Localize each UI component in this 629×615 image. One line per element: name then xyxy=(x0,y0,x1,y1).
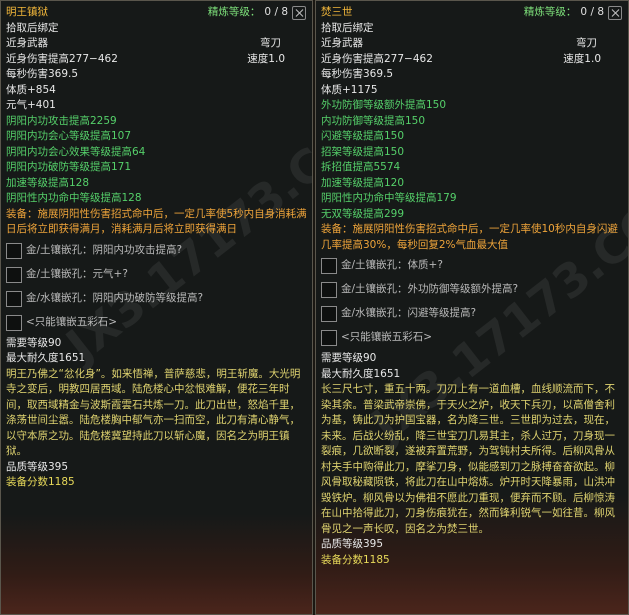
equipment-score: 装备分数1185 xyxy=(321,553,390,566)
attack-speed: 速度1.0 xyxy=(247,52,285,65)
weapon-type: 近身武器 xyxy=(321,37,363,49)
item-description: 长三尺七寸，重五十两。刀刃上有一道血槽，血线顺流而下，不染其余。普梁武帝崇佛，于… xyxy=(321,383,615,535)
socket-slot[interactable]: 金/水镶嵌孔：阴阳内功破防等级提高? xyxy=(6,288,307,310)
attack-speed: 速度1.0 xyxy=(563,52,601,65)
weapon-damage: 近身伤害提高277−462 xyxy=(321,52,433,65)
required-level: 需要等级90 xyxy=(6,336,62,349)
item-tooltip-left: JX3.17173.COM 明王镇狱 精炼等级： 0 / 8 拾取后绑定 近身武… xyxy=(0,0,313,615)
socket-empty-icon xyxy=(321,258,337,274)
equip-effect: 装备：施展阴阳性伤害招式命中后，一定几率使5秒内自身消耗满日后将立即获得满月，消… xyxy=(6,207,307,236)
weapon-type: 近身武器 xyxy=(6,37,48,49)
socket-label: 金/水镶嵌孔：阴阳内功破防等级提高? xyxy=(26,291,204,304)
socket-label: <只能镶嵌五彩石> xyxy=(26,315,118,328)
max-durability: 最大耐久度1651 xyxy=(321,367,401,380)
socket-empty-icon xyxy=(6,242,22,259)
close-icon[interactable] xyxy=(608,5,622,20)
socket-label: 金/土镶嵌孔：体质+? xyxy=(341,259,443,272)
socket-label: 金/土镶嵌孔：元气+? xyxy=(26,267,128,280)
max-durability: 最大耐久度1651 xyxy=(6,352,86,364)
stat-white: 元气+401 xyxy=(6,99,56,111)
bind-type: 拾取后绑定 xyxy=(321,21,374,34)
socket-label: 金/土镶嵌孔：阴阳内功攻击提高? xyxy=(26,243,183,256)
dps: 每秒伤害369.5 xyxy=(321,68,394,80)
stat-green: 加速等级提高120 xyxy=(321,176,405,189)
socket-slot-colorful[interactable]: <只能镶嵌五彩石> xyxy=(6,312,307,334)
equipment-score: 装备分数1185 xyxy=(6,476,75,488)
weapon-type-row: 近身武器 弯刀 xyxy=(6,36,307,52)
equip-effect: 装备：施展阴阳性伤害招式命中后，一定几率使10秒内自身闪避几率提高30%，每秒回… xyxy=(321,223,618,251)
damage-row: 近身伤害提高277−462 速度1.0 xyxy=(6,52,307,68)
weapon-type-row: 近身武器 弯刀 xyxy=(321,36,623,52)
stat-green: 外功防御等级额外提高150 xyxy=(321,99,447,111)
stat-green: 阴阳内功攻击提高2259 xyxy=(6,114,117,127)
socket-slot[interactable]: 金/土镶嵌孔：外功防御等级额外提高? xyxy=(321,279,623,301)
weapon-kind: 弯刀 xyxy=(260,37,281,49)
weapon-kind: 弯刀 xyxy=(576,37,597,49)
socket-empty-icon xyxy=(321,330,337,346)
weapon-damage: 近身伤害提高277−462 xyxy=(6,52,118,65)
damage-row: 近身伤害提高277−462 速度1.0 xyxy=(321,52,623,68)
quality-level: 品质等级395 xyxy=(321,538,384,550)
item-description: 明王乃佛之“忿化身”。如来悟禅，普萨慈悲，明王斩魔。大光明寺之变后，明教四居西域… xyxy=(6,367,301,458)
refine-level: 精炼等级： 0 / 8 xyxy=(524,5,622,21)
socket-empty-icon xyxy=(321,306,337,322)
refine-label: 精炼等级： xyxy=(523,6,577,18)
socket-slot-colorful[interactable]: <只能镶嵌五彩石> xyxy=(321,327,623,349)
stat-white: 体质+1175 xyxy=(321,83,378,96)
socket-empty-icon xyxy=(321,282,337,298)
socket-label: <只能镶嵌五彩石> xyxy=(341,331,433,344)
bind-type: 拾取后绑定 xyxy=(6,21,59,34)
item-tooltip-right: JX3.17173.COM 焚三世 精炼等级： 0 / 8 拾取后绑定 近身武器… xyxy=(315,0,629,615)
stat-green: 招架等级提高150 xyxy=(321,145,405,158)
stat-green: 阴阳内功会心效果等级提高64 xyxy=(6,145,146,158)
stat-green: 阴阳性内功命中等级提高128 xyxy=(6,192,142,204)
stat-green: 拆招值提高5574 xyxy=(321,161,401,173)
stat-green: 阴阳内功破防等级提高171 xyxy=(6,161,132,173)
refine-value: 0 / 8 xyxy=(580,6,604,18)
socket-slot[interactable]: 金/土镶嵌孔：元气+? xyxy=(6,264,307,286)
socket-empty-icon xyxy=(6,314,22,331)
dps: 每秒伤害369.5 xyxy=(6,68,79,80)
socket-empty-icon xyxy=(6,266,22,283)
stat-white: 体质+854 xyxy=(6,83,56,96)
stat-green: 闪避等级提高150 xyxy=(321,130,405,142)
background-artwork xyxy=(1,514,312,614)
stat-green: 加速等级提高128 xyxy=(6,176,90,189)
stat-green: 阴阳性内功命中等级提高179 xyxy=(321,192,457,204)
socket-label: 金/土镶嵌孔：外功防御等级额外提高? xyxy=(341,283,519,296)
socket-slot[interactable]: 金/水镶嵌孔：闪避等级提高? xyxy=(321,303,623,325)
quality-level: 品质等级395 xyxy=(6,460,69,473)
refine-value: 0 / 8 xyxy=(264,6,288,18)
socket-slot[interactable]: 金/土镶嵌孔：体质+? xyxy=(321,255,623,277)
stat-green: 无双等级提高299 xyxy=(321,207,405,220)
stat-green: 内功防御等级提高150 xyxy=(321,114,426,127)
socket-slot[interactable]: 金/土镶嵌孔：阴阳内功攻击提高? xyxy=(6,240,307,262)
refine-label: 精炼等级： xyxy=(207,6,261,18)
close-icon[interactable] xyxy=(292,5,306,20)
required-level: 需要等级90 xyxy=(321,352,377,364)
socket-label: 金/水镶嵌孔：闪避等级提高? xyxy=(341,307,477,320)
refine-level: 精炼等级： 0 / 8 xyxy=(208,5,306,21)
stat-green: 阴阳内功会心等级提高107 xyxy=(6,130,132,142)
socket-empty-icon xyxy=(6,290,22,307)
